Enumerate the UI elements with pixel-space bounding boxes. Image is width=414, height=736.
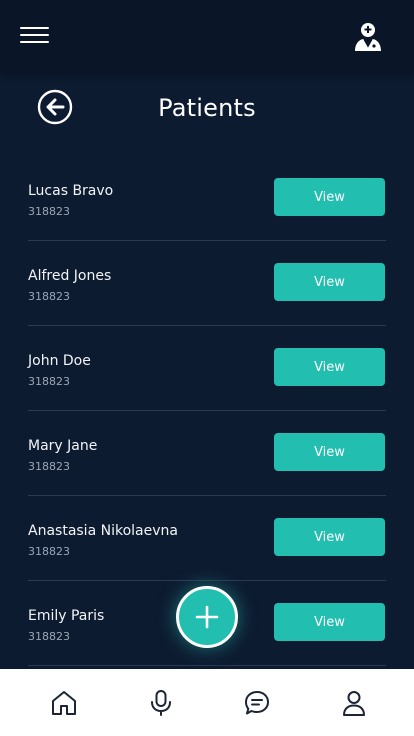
top-app-bar xyxy=(0,0,414,72)
patient-id: 318823 xyxy=(28,290,70,303)
patient-name: Emily Paris xyxy=(28,608,105,624)
patient-name: Lucas Bravo xyxy=(28,183,114,199)
patient-id: 318823 xyxy=(28,205,70,218)
page-header: Patients xyxy=(0,86,414,134)
chat-icon[interactable] xyxy=(244,689,270,717)
patient-id: 318823 xyxy=(28,630,70,643)
hamburger-menu-icon[interactable] xyxy=(20,27,50,45)
patient-name: Mary Jane xyxy=(28,438,98,454)
microphone-icon[interactable] xyxy=(148,689,174,717)
patient-id: 318823 xyxy=(28,375,70,388)
patient-id: 318823 xyxy=(28,545,70,558)
patient-name: Alfred Jones xyxy=(28,268,112,284)
home-icon[interactable] xyxy=(51,689,77,717)
menu-line xyxy=(20,34,49,36)
patient-row: John Doe 318823 View xyxy=(28,326,386,411)
patient-row: Anastasia Nikolaevna 318823 View xyxy=(28,496,386,581)
doctor-icon[interactable] xyxy=(352,20,384,52)
user-icon[interactable] xyxy=(341,689,367,717)
patient-row: Alfred Jones 318823 View xyxy=(28,241,386,326)
patient-row: Mary Jane 318823 View xyxy=(28,411,386,496)
view-button[interactable]: View xyxy=(274,178,385,216)
plus-icon xyxy=(195,605,219,629)
menu-line xyxy=(20,41,49,43)
add-patient-button[interactable] xyxy=(176,586,238,648)
menu-line xyxy=(20,27,49,29)
patient-name: John Doe xyxy=(28,353,91,369)
bottom-navigation xyxy=(0,669,414,736)
view-button[interactable]: View xyxy=(274,433,385,471)
patient-row: Lucas Bravo 318823 View xyxy=(28,156,386,241)
page-title: Patients xyxy=(158,94,256,122)
view-button[interactable]: View xyxy=(274,263,385,301)
view-button[interactable]: View xyxy=(274,518,385,556)
view-button[interactable]: View xyxy=(274,348,385,386)
patient-name: Anastasia Nikolaevna xyxy=(28,523,178,539)
view-button[interactable]: View xyxy=(274,603,385,641)
patient-id: 318823 xyxy=(28,460,70,473)
